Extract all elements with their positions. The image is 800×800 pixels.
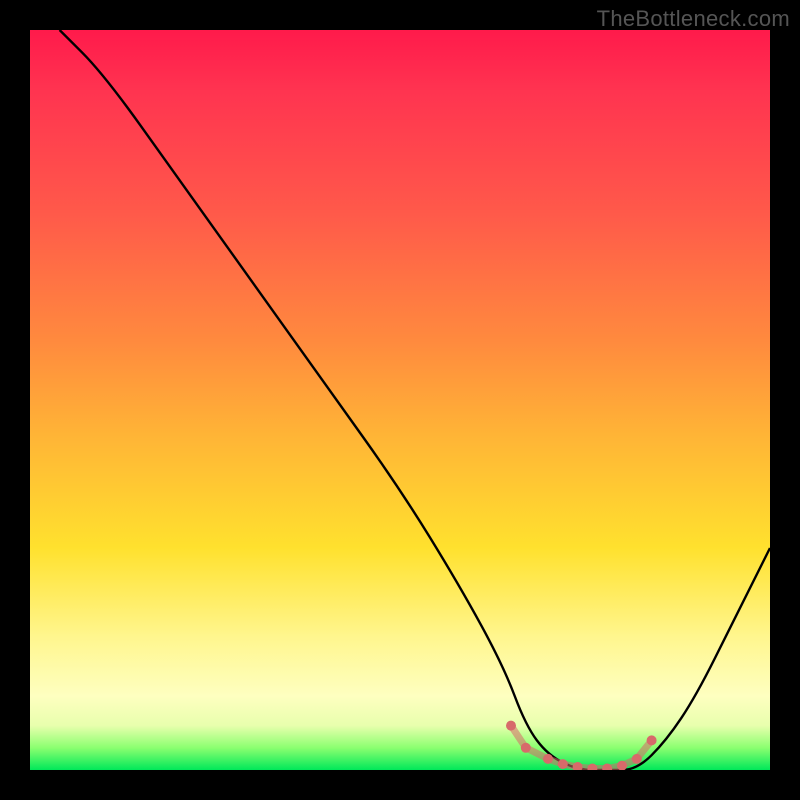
plot-area [30,30,770,770]
curve-layer [30,30,770,770]
trough-dot [558,759,568,769]
trough-dot [647,735,657,745]
chart-frame: TheBottleneck.com [0,0,800,800]
bottleneck-curve [60,30,770,770]
trough-dot [506,721,516,731]
watermark-text: TheBottleneck.com [597,6,790,32]
trough-dot [587,764,597,771]
trough-dot [543,754,553,764]
trough-dot [521,743,531,753]
trough-dot [632,754,642,764]
